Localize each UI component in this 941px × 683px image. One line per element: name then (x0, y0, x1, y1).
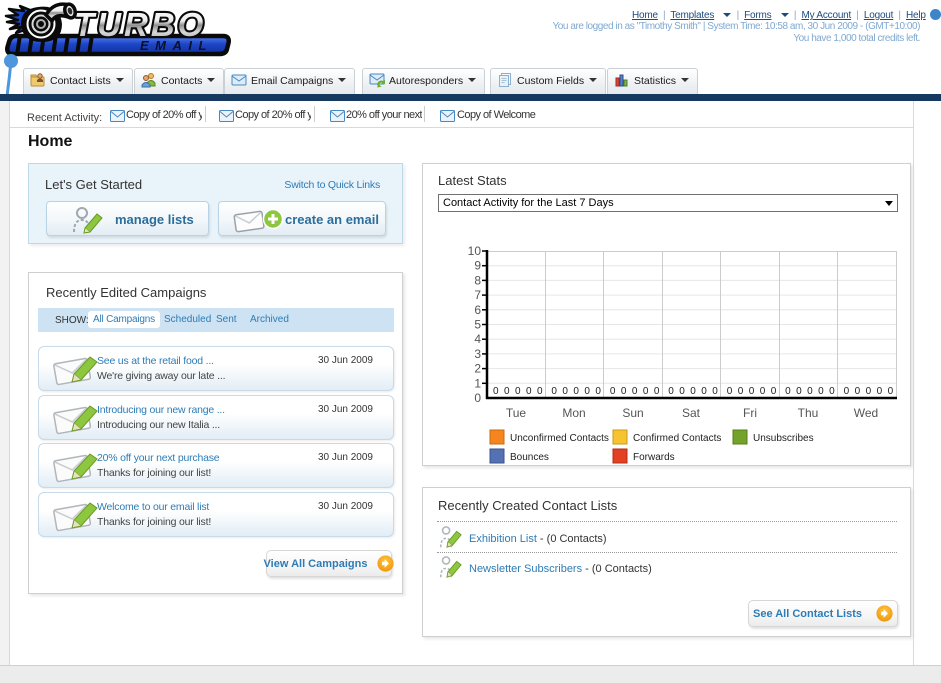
svg-text:Thu: Thu (798, 406, 819, 420)
svg-text:9: 9 (474, 259, 481, 273)
svg-text:Tue: Tue (506, 406, 527, 420)
svg-text:Bounces: Bounces (510, 452, 549, 463)
svg-text:0: 0 (493, 386, 499, 397)
svg-text:Forwards: Forwards (633, 452, 675, 463)
svg-text:2: 2 (474, 362, 481, 376)
svg-text:0: 0 (504, 386, 510, 397)
svg-text:Unconfirmed Contacts: Unconfirmed Contacts (510, 433, 609, 444)
svg-text:8: 8 (474, 273, 481, 287)
svg-text:Sat: Sat (682, 406, 701, 420)
svg-text:10: 10 (468, 244, 482, 258)
svg-text:Confirmed Contacts: Confirmed Contacts (633, 433, 721, 444)
svg-text:0: 0 (515, 386, 521, 397)
svg-text:Unsubscribes: Unsubscribes (753, 433, 814, 444)
svg-text:Mon: Mon (562, 406, 585, 420)
svg-text:5: 5 (474, 318, 481, 332)
svg-text:Wed: Wed (854, 406, 878, 420)
svg-text:TURBO: TURBO (74, 6, 206, 43)
svg-text:4: 4 (474, 332, 481, 346)
svg-text:Fri: Fri (743, 406, 757, 420)
svg-text:7: 7 (474, 288, 481, 302)
svg-text:0: 0 (474, 391, 481, 405)
svg-text:1: 1 (474, 376, 481, 390)
svg-text:Sun: Sun (622, 406, 643, 420)
svg-text:0: 0 (537, 386, 543, 397)
svg-text:3: 3 (474, 347, 481, 361)
svg-text:6: 6 (474, 303, 481, 317)
svg-text:0: 0 (526, 386, 532, 397)
